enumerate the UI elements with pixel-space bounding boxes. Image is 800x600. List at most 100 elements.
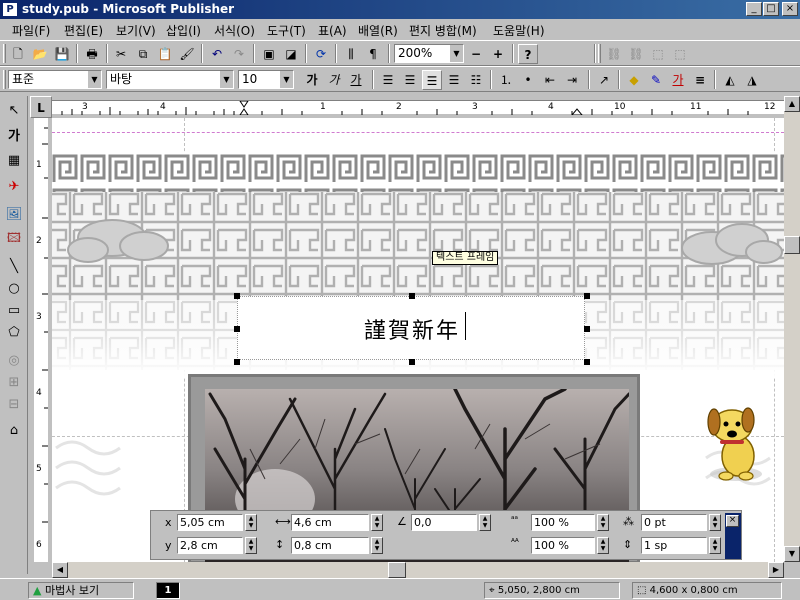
resize-handle[interactable] — [234, 326, 240, 332]
vertical-scroll-thumb[interactable] — [784, 236, 800, 254]
wizard-toggle-button[interactable]: ▲ 마법사 보기 — [28, 582, 134, 599]
border-icon[interactable]: ◮ — [742, 70, 762, 90]
picture-frame-tool-icon[interactable]: 🖼 — [3, 204, 25, 226]
rotate-icon[interactable]: ⟳ — [311, 44, 331, 64]
menu-file[interactable]: 파일(F) — [12, 22, 50, 39]
rotation-field[interactable]: 0,0 — [411, 514, 477, 531]
align-right-icon[interactable]: ☰ — [444, 70, 464, 90]
menu-help[interactable]: 도움말(H) — [493, 22, 545, 39]
menu-mail-merge[interactable]: 편지 병합(M) — [409, 22, 477, 39]
menu-format[interactable]: 서식(O) — [214, 22, 255, 39]
new-document-icon[interactable]: 🗋 — [8, 44, 28, 64]
html-fragment-icon[interactable]: ⊞ — [3, 372, 25, 394]
resize-handle[interactable] — [584, 359, 590, 365]
width-field[interactable]: 4,6 cm — [291, 514, 369, 531]
send-to-back-icon[interactable]: ◪ — [281, 44, 301, 64]
measurements-titlebar[interactable]: × — [725, 513, 741, 559]
menu-view[interactable]: 보기(V) — [116, 22, 156, 39]
line-spacing-spinner[interactable]: ▲ ▼ — [709, 537, 721, 554]
custom-shapes-icon[interactable]: ⬠ — [3, 322, 25, 344]
wordart-tool-icon[interactable]: ✈ — [3, 176, 25, 198]
zoom-out-button[interactable]: − — [466, 44, 486, 64]
text-frame-tool-icon[interactable]: 가 — [3, 126, 25, 148]
close-measurements-button[interactable]: × — [726, 515, 739, 527]
height-field[interactable]: 0,8 cm — [291, 537, 369, 554]
bold-button[interactable]: 가 — [302, 70, 322, 90]
y-position-field[interactable]: 2,8 cm — [177, 537, 243, 554]
vertical-scrollbar[interactable]: ▲ ▼ — [784, 96, 800, 562]
line-spacing-field[interactable]: 1 sp — [641, 537, 707, 554]
resize-handle[interactable] — [409, 293, 415, 299]
character-spacing-field[interactable]: 0 pt — [641, 514, 707, 531]
menu-arrange[interactable]: 배열(R) — [358, 22, 398, 39]
save-icon[interactable]: 💾 — [52, 44, 72, 64]
copy-icon[interactable]: ⧉ — [133, 44, 153, 64]
menu-tools[interactable]: 도구(T) — [267, 22, 306, 39]
pilcrow-icon[interactable]: ¶ — [363, 44, 383, 64]
decrease-indent-icon[interactable]: ⇤ — [540, 70, 560, 90]
open-folder-icon[interactable]: 📂 — [30, 44, 50, 64]
design-gallery-object-icon[interactable]: ⌂ — [3, 420, 25, 442]
x-spinner[interactable]: ▲ ▼ — [245, 514, 257, 531]
zoom-dropdown[interactable]: 200% ▼ — [394, 44, 464, 63]
kerning-spinner[interactable]: ▲ ▼ — [597, 537, 609, 554]
close-button[interactable]: × — [782, 2, 798, 16]
font-color-icon[interactable]: 가 — [668, 70, 688, 90]
format-painter-icon[interactable]: 🖌 — [177, 44, 197, 64]
maximize-button[interactable]: □ — [763, 2, 779, 16]
rotation-spinner[interactable]: ▲ ▼ — [479, 514, 491, 531]
shadow-icon[interactable]: ◭ — [720, 70, 740, 90]
scroll-up-button[interactable]: ▲ — [784, 96, 800, 112]
numbered-list-icon[interactable]: ⒈ — [496, 70, 516, 90]
office-assistant-dog[interactable] — [702, 400, 768, 484]
resize-handle[interactable] — [584, 293, 590, 299]
toolbar-grip[interactable] — [598, 44, 601, 63]
menu-insert[interactable]: 삽입(I) — [166, 22, 201, 39]
line-tool-icon[interactable]: ╲ — [3, 256, 25, 278]
help-button[interactable]: ? — [518, 44, 538, 64]
character-spacing-spinner[interactable]: ▲ ▼ — [709, 514, 721, 531]
print-icon[interactable]: 🖶 — [82, 44, 102, 64]
menu-table[interactable]: 표(A) — [318, 22, 347, 39]
horizontal-scrollbar[interactable]: ◀ ▶ — [52, 562, 784, 578]
cut-icon[interactable]: ✂ — [111, 44, 131, 64]
line-color-icon[interactable]: ✎ — [646, 70, 666, 90]
resize-handle[interactable] — [584, 326, 590, 332]
minimize-button[interactable]: _ — [746, 2, 762, 16]
chevron-down-icon[interactable]: ▼ — [279, 71, 293, 88]
horizontal-scroll-thumb[interactable] — [388, 562, 406, 578]
fill-color-icon[interactable]: ◆ — [624, 70, 644, 90]
previous-frame-icon[interactable]: ⬚ — [648, 44, 668, 64]
publisher-app-icon[interactable]: P — [2, 2, 18, 17]
chevron-down-icon[interactable]: ▼ — [87, 71, 101, 88]
italic-button[interactable]: 가 — [324, 70, 344, 90]
paste-icon[interactable]: 📋 — [155, 44, 175, 64]
redo-icon[interactable]: ↷ — [229, 44, 249, 64]
table-tool-icon[interactable]: ▦ — [3, 150, 25, 172]
text-scale-field[interactable]: 100 % — [531, 514, 595, 531]
bring-to-front-icon[interactable]: ▣ — [259, 44, 279, 64]
line-style-icon[interactable]: ≡ — [690, 70, 710, 90]
pointer-icon[interactable]: ↖ — [3, 100, 25, 122]
resize-handle[interactable] — [234, 293, 240, 299]
scroll-left-button[interactable]: ◀ — [52, 562, 68, 578]
toolbar-grip[interactable] — [3, 70, 6, 89]
underline-button[interactable]: 가 — [346, 70, 366, 90]
chevron-down-icon[interactable]: ▼ — [219, 71, 233, 88]
scroll-down-button[interactable]: ▼ — [784, 546, 800, 562]
clip-art-tool-icon[interactable]: 🖾 — [3, 228, 25, 250]
menu-edit[interactable]: 편집(E) — [64, 22, 103, 39]
form-control-icon[interactable]: ◎ — [3, 350, 25, 372]
next-frame-icon[interactable]: ⬚ — [670, 44, 690, 64]
text-scale-spinner[interactable]: ▲ ▼ — [597, 514, 609, 531]
oval-tool-icon[interactable]: ○ — [3, 278, 25, 300]
align-left-icon[interactable]: ☰ — [378, 70, 398, 90]
page-navigator-button[interactable]: 1 — [156, 582, 180, 599]
frame-text[interactable]: 謹賀新年 — [238, 313, 586, 345]
chevron-down-icon[interactable]: ▼ — [449, 45, 463, 62]
rectangle-tool-icon[interactable]: ▭ — [3, 300, 25, 322]
height-spinner[interactable]: ▲ ▼ — [371, 537, 383, 554]
resize-handle[interactable] — [409, 359, 415, 365]
toolbar-grip[interactable] — [3, 44, 6, 63]
vertical-ruler[interactable]: 1 2 3 4 5 6 — [30, 118, 52, 562]
